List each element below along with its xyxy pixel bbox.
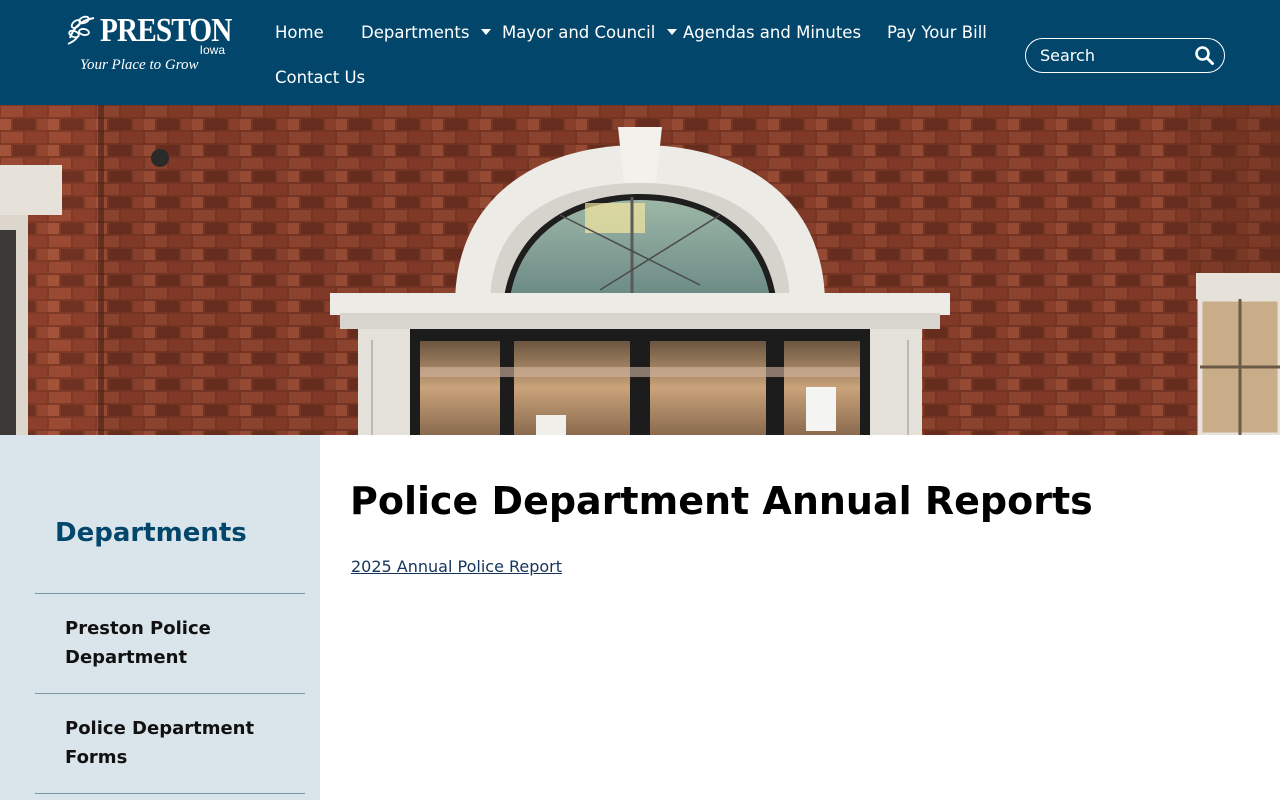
nav-item-departments[interactable]: Departments xyxy=(346,10,506,55)
report-link-2025[interactable]: 2025 Annual Police Report xyxy=(351,556,562,578)
page-title: Police Department Annual Reports xyxy=(350,479,1093,523)
sidebar-item-divider xyxy=(35,793,305,800)
logo-state: Iowa xyxy=(199,43,225,57)
nav-item-home[interactable]: Home xyxy=(260,10,339,55)
sidebar-item-police-department-forms[interactable]: Police Department Forms xyxy=(35,693,305,793)
nav-item-agendas-and-minutes[interactable]: Agendas and Minutes xyxy=(668,10,876,55)
nav-item-label: Pay Your Bill xyxy=(887,23,987,42)
sidebar-item-label: Police Department Forms xyxy=(65,718,255,768)
hero-banner xyxy=(0,105,1280,435)
site-header: PRESTON Iowa Your Place to Grow Home Dep… xyxy=(0,0,1280,105)
nav-item-label: Mayor and Council xyxy=(502,23,656,42)
nav-item-label: Contact Us xyxy=(275,68,366,87)
search-icon[interactable] xyxy=(1194,45,1214,65)
main-nav: Home Departments Mayor and Council Agend… xyxy=(260,10,1005,100)
wheat-sprig-icon xyxy=(67,15,95,45)
nav-item-label: Departments xyxy=(361,23,470,42)
search-box xyxy=(1025,38,1225,73)
sidebar: Departments Preston Police Department Po… xyxy=(0,435,320,800)
nav-item-mayor-and-council[interactable]: Mayor and Council xyxy=(487,10,692,55)
sidebar-title: Departments xyxy=(55,518,247,548)
nav-item-label: Home xyxy=(275,23,324,42)
nav-item-label: Agendas and Minutes xyxy=(683,23,862,42)
logo-tagline: Your Place to Grow xyxy=(80,57,199,73)
search-input[interactable] xyxy=(1040,39,1190,71)
nav-item-contact-us[interactable]: Contact Us xyxy=(260,55,380,100)
sidebar-item-label: Preston Police Department xyxy=(65,618,211,668)
site-logo[interactable]: PRESTON Iowa Your Place to Grow xyxy=(64,12,232,76)
sidebar-list: Preston Police Department Police Departm… xyxy=(35,593,305,800)
building-entrance-photo xyxy=(0,105,1280,435)
nav-item-pay-your-bill[interactable]: Pay Your Bill xyxy=(872,10,1002,55)
sidebar-item-preston-police-department[interactable]: Preston Police Department xyxy=(35,593,305,693)
